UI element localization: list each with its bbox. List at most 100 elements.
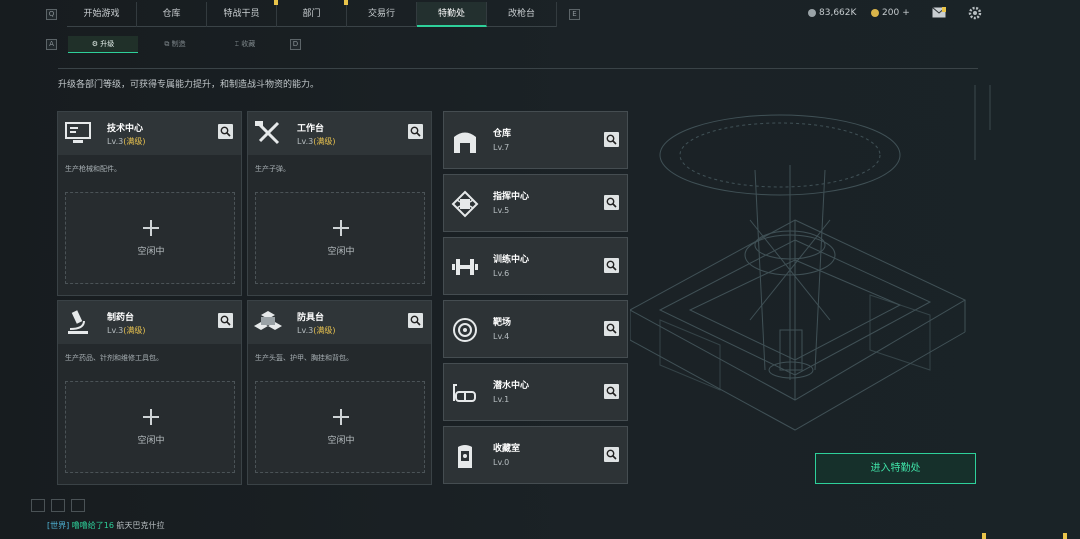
card-description: 生产药品、针剂和维修工具包。 [65,354,163,362]
tab-department[interactable]: 部门 [277,0,348,27]
card-header: 工作台 Lv.3(满级) [248,112,431,155]
coin-value: 200 [882,8,900,18]
tab-special-ops[interactable]: 特勤处 [417,2,487,27]
chat-text: 航天巴克什拉 [116,521,165,530]
production-card-pharmacy[interactable]: 制药台 Lv.3(满级) 生产药品、针剂和维修工具包。 空闲中 [57,300,242,485]
tab-trade[interactable]: 交易行 [347,2,417,27]
plus-icon [333,409,349,425]
card-level: Lv.3(满级) [297,325,335,336]
facility-card-collection-room[interactable]: 收藏室 Lv.0 [443,426,628,484]
plus-icon [143,220,159,236]
subtab-upgrade[interactable]: ⚙ 升级 [68,36,138,53]
card-title: 工作台 [297,124,325,134]
search-icon[interactable] [604,447,619,462]
target-icon [453,318,477,342]
settings-gear-icon[interactable] [968,6,982,20]
search-icon[interactable] [604,321,619,336]
chat-tool-button[interactable] [71,499,85,512]
warehouse-icon [454,132,476,153]
search-icon[interactable] [218,313,233,328]
tab-gunsmith[interactable]: 改枪台 [487,2,557,27]
chat-channel: [世界] [47,521,70,530]
plus-icon [143,409,159,425]
main-tabs: 开始游戏 仓库 特战干员 部门 交易行 特勤处 改枪台 [67,0,557,27]
tab-warehouse[interactable]: 仓库 [137,2,207,27]
chat-user: 噜噜给了16 [71,521,114,530]
production-card-workbench[interactable]: 工作台 Lv.3(满级) 生产子弹。 空闲中 [247,111,432,296]
display-case-icon [458,445,472,468]
card-description: 生产枪械和配件。 [65,165,121,173]
facility-card-command-center[interactable]: 指挥中心 Lv.5 [443,174,628,232]
facility-card-warehouse[interactable]: 仓库 Lv.7 [443,111,628,169]
production-card-armor[interactable]: 防具台 Lv.3(满级) 生产头盔、护甲、胸挂和背包。 空闲中 [247,300,432,485]
chat-tool-button[interactable] [31,499,45,512]
card-level: Lv.3(满级) [297,136,335,147]
divider [58,68,978,69]
slot-status: 空闲中 [137,436,165,446]
facility-card-training-center[interactable]: 训练中心 Lv.6 [443,237,628,295]
subtab-craft[interactable]: ⧉ 制造 [140,36,210,53]
card-title: 防具台 [297,313,325,323]
next-tab-key[interactable]: E [569,9,580,20]
subtab-upgrade-label: 升级 [100,40,115,48]
tab-operators[interactable]: 特战干员 [207,0,278,27]
dumbbell-icon [452,259,478,275]
search-icon[interactable] [218,124,233,139]
card-description: 生产头盔、护甲、胸挂和背包。 [255,354,353,362]
max-level-badge: (满级) [123,137,146,146]
search-icon[interactable] [604,132,619,147]
base-hologram-illustration [630,85,991,431]
plus-icon [333,220,349,236]
prev-tab-key[interactable]: Q [46,9,57,20]
facility-name: 收藏室 [493,444,521,454]
production-slot[interactable]: 空闲中 [65,381,235,473]
level-value: Lv.3 [297,137,314,146]
max-level-badge: (满级) [313,326,336,335]
card-description: 生产子弹。 [255,165,290,173]
chat-tool-button[interactable] [51,499,65,512]
currency-display: 83,662K [808,8,856,18]
search-icon[interactable] [604,258,619,273]
currency-value: 83,662K [819,8,857,18]
card-level: Lv.3(满级) [107,325,145,336]
production-slot[interactable]: 空闲中 [65,192,235,284]
tab-start-game[interactable]: 开始游戏 [67,2,137,27]
corner-marker [1063,533,1067,539]
slot-status: 空闲中 [327,247,355,257]
next-subtab-key[interactable]: D [290,39,301,50]
facility-card-diving-center[interactable]: 潜水中心 Lv.1 [443,363,628,421]
production-slot[interactable]: 空闲中 [255,192,425,284]
facility-name: 潜水中心 [493,381,530,391]
card-header: 制药台 Lv.3(满级) [58,301,241,344]
facility-level: Lv.4 [493,332,510,341]
chat-message[interactable]: [世界] 噜噜给了16 航天巴克什拉 [47,520,165,531]
search-icon[interactable] [604,384,619,399]
search-icon[interactable] [604,195,619,210]
max-level-badge: (满级) [123,326,146,335]
tab-operators-label: 特战干员 [223,9,260,19]
facility-level: Lv.0 [493,458,510,467]
slot-status: 空闲中 [327,436,355,446]
chat-toolbar [31,499,86,513]
enter-special-ops-button[interactable]: 进入特勤处 [815,453,976,484]
mail-icon[interactable] [932,7,947,19]
prev-subtab-key[interactable]: A [46,39,57,50]
production-card-tech-center[interactable]: 技术中心 Lv.3(满级) 生产枪械和配件。 空闲中 [57,111,242,296]
add-coins-icon: + [902,8,910,18]
slot-status: 空闲中 [137,247,165,257]
production-slot[interactable]: 空闲中 [255,381,425,473]
card-title: 技术中心 [107,124,144,134]
search-icon[interactable] [408,313,423,328]
diving-mask-icon [453,384,476,402]
level-value: Lv.3 [107,137,124,146]
subtab-collect[interactable]: ⌶ 收藏 [210,36,280,53]
facility-name: 靶场 [493,318,512,328]
search-icon[interactable] [408,124,423,139]
max-level-badge: (满级) [313,137,336,146]
facility-level: Lv.6 [493,269,510,278]
facility-name: 仓库 [493,129,512,139]
tools-icon [255,121,280,145]
coin-display[interactable]: 200 + [871,8,910,18]
corner-marker [982,533,986,539]
facility-card-shooting-range[interactable]: 靶场 Lv.4 [443,300,628,358]
